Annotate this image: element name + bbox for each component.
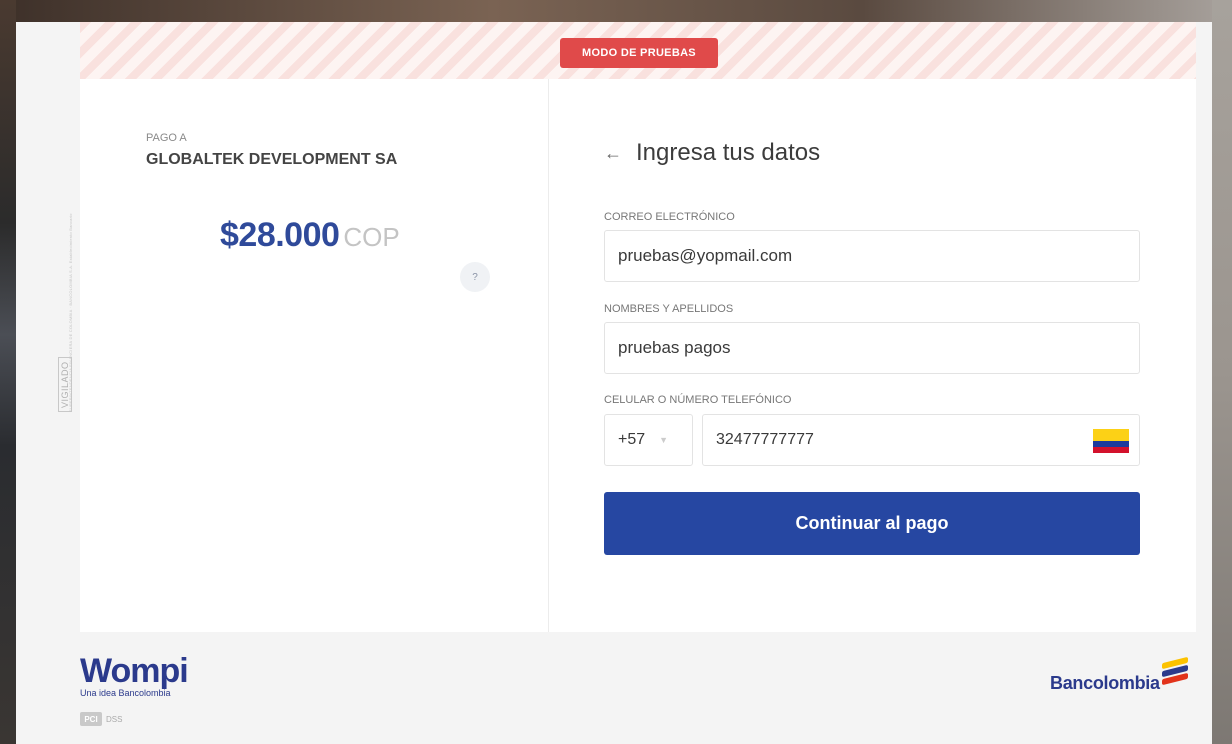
bancolombia-logo-icon	[1161, 656, 1190, 686]
full-name-label: NOMBRES Y APELLIDOS	[604, 303, 734, 315]
amount-currency: COP	[343, 222, 400, 252]
phone-label: CELULAR O NÚMERO TELEFÓNICO	[604, 394, 792, 406]
wompi-branding: Wompi Una idea Bancolombia PCI DSS	[80, 652, 189, 726]
regulator-label: SUPERINTENDENCIA FINANCIERA DE COLOMBIA …	[68, 213, 73, 412]
wompi-logo: Wompi	[80, 652, 189, 690]
pci-dss-badge: PCI DSS	[80, 712, 188, 726]
chevron-down-icon: ▼	[659, 435, 669, 445]
pay-to-label: PAGO A	[146, 132, 187, 144]
checkout-frame: VIGILADO SUPERINTENDENCIA FINANCIERA DE …	[16, 22, 1212, 744]
back-arrow-icon[interactable]: ←	[604, 143, 622, 164]
bancolombia-logo-text: Bancolombia	[1050, 673, 1160, 693]
help-button[interactable]: ?	[460, 262, 490, 292]
email-field[interactable]: pruebas@yopmail.com	[604, 230, 1140, 282]
test-mode-badge: MODO DE PRUEBAS	[560, 38, 718, 68]
panel-divider	[548, 79, 549, 632]
pci-dss-text: DSS	[106, 714, 123, 724]
pci-shield-icon: PCI	[80, 712, 102, 726]
page-backdrop-right	[1212, 0, 1232, 744]
page-backdrop-top	[0, 0, 1232, 22]
form-header: ← Ingresa tus datos	[604, 139, 820, 167]
form-title: Ingresa tus datos	[636, 139, 821, 166]
colombia-flag-icon	[1093, 429, 1129, 453]
full-name-field[interactable]: pruebas pagos	[604, 322, 1140, 374]
continue-to-payment-button[interactable]: Continuar al pago	[604, 492, 1140, 555]
email-label: CORREO ELECTRÓNICO	[604, 211, 735, 223]
payment-amount: $28.000 COP	[220, 216, 400, 255]
page-backdrop-left	[0, 0, 16, 744]
phone-number-value: 32477777777	[716, 431, 814, 448]
amount-value: $28.000	[220, 216, 340, 254]
country-code-select[interactable]: +57 ▼	[604, 414, 693, 466]
phone-number-field[interactable]: 32477777777	[702, 414, 1140, 466]
merchant-name: GLOBALTEK DEVELOPMENT SA	[146, 151, 398, 168]
checkout-card: MODO DE PRUEBAS PAGO A GLOBALTEK DEVELOP…	[80, 22, 1196, 632]
bancolombia-branding: Bancolombia	[1050, 656, 1190, 694]
country-code-value: +57	[618, 431, 646, 448]
